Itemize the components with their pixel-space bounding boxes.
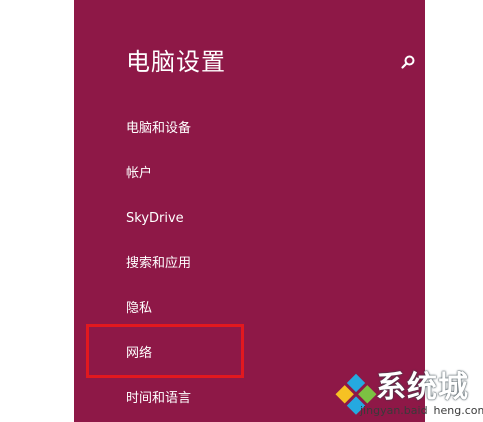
menu-item-search-and-apps[interactable]: 搜索和应用	[126, 254, 191, 274]
network-highlight-box	[86, 324, 244, 378]
watermark-text: 系统城	[376, 370, 469, 405]
page-title: 电脑设置	[126, 48, 226, 76]
watermark-url-right: heng.com	[433, 404, 483, 417]
watermark: 系统城 jingyan.baid heng.com	[330, 368, 483, 422]
search-icon[interactable]	[400, 54, 416, 70]
watermark-url: jingyan.baid heng.com	[360, 404, 483, 418]
menu-item-accounts[interactable]: 帐户	[126, 164, 152, 184]
menu-item-time-and-language[interactable]: 时间和语言	[126, 389, 191, 409]
menu-item-skydrive[interactable]: SkyDrive	[126, 209, 184, 229]
watermark-url-left: jingyan.baid	[360, 404, 428, 417]
menu-item-privacy[interactable]: 隐私	[126, 299, 152, 319]
menu-item-pc-and-devices[interactable]: 电脑和设备	[126, 119, 191, 139]
